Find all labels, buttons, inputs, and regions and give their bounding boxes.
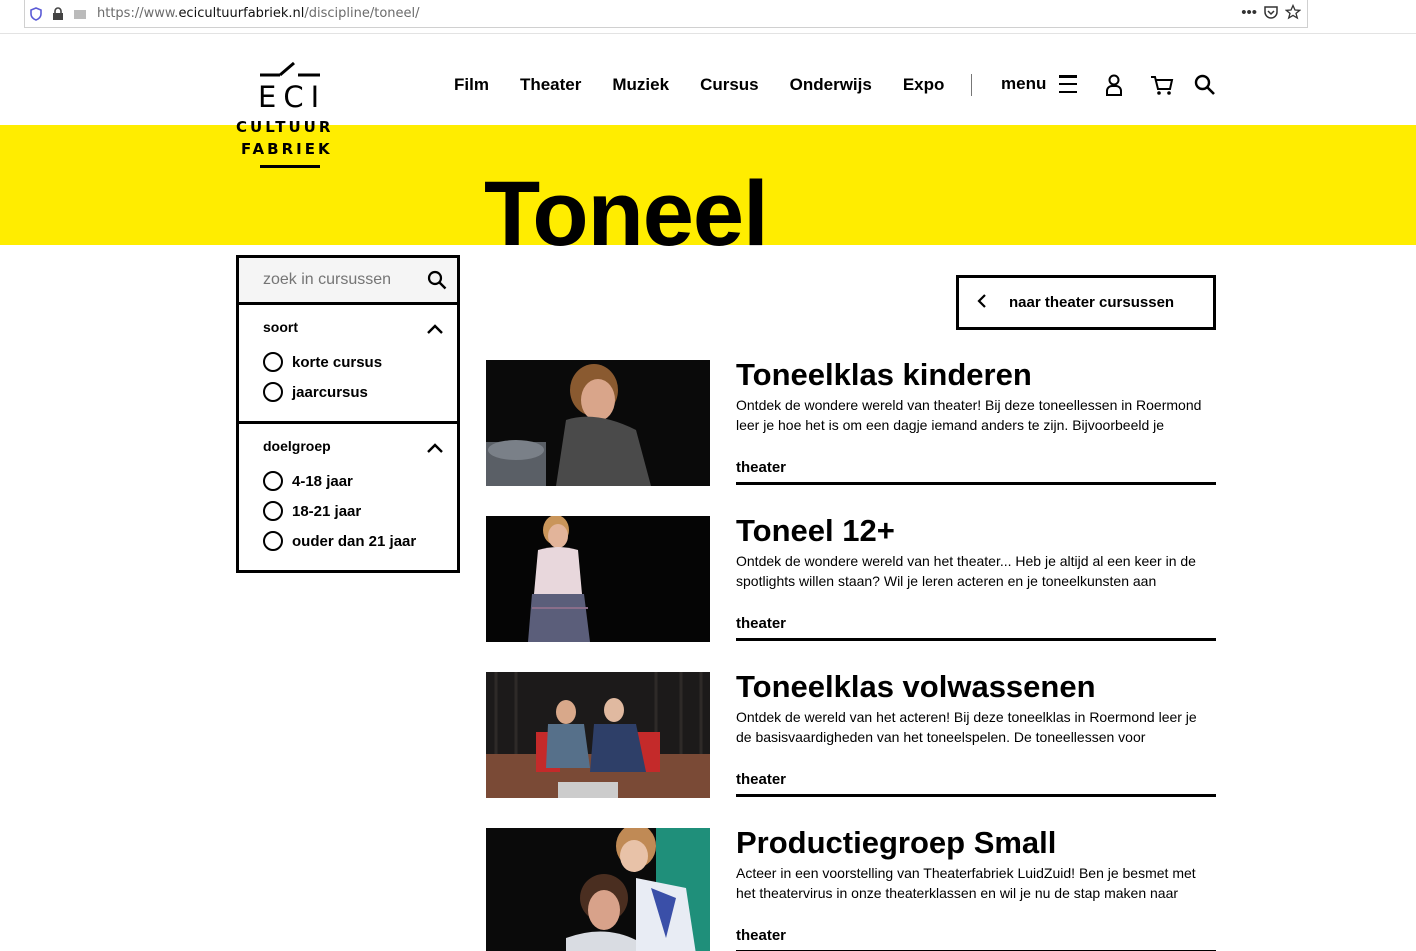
chevron-up-icon[interactable] [427,321,443,339]
card-divider [736,794,1216,797]
star-icon[interactable] [1284,3,1302,24]
pocket-icon[interactable] [1263,4,1279,24]
filter-option-4-18[interactable]: 4-18 jaar [263,466,433,496]
course-tag: theater [736,771,787,788]
chrome-divider [0,33,1416,34]
browser-url-bar[interactable]: https://www.ecicultuurfabriek.nl/discipl… [24,0,1308,28]
url-text[interactable]: https://www.ecicultuurfabriek.nl/discipl… [97,6,420,21]
site-logo[interactable]: ECI CULTUUR FABRIEK [236,60,346,172]
back-button-label: naar theater cursussen [1009,294,1175,311]
radio-button[interactable] [263,352,283,372]
course-tag: theater [736,459,787,476]
course-title[interactable]: Toneelklas volwassenen [736,669,1096,705]
page-icon [69,3,91,25]
course-description: Ontdek de wondere wereld van theater! Bi… [736,397,1202,433]
url-domain: ecicultuurfabriek.nl [178,6,305,21]
menu-label: menu [1001,74,1047,93]
chevron-up-icon[interactable] [427,440,443,458]
course-thumbnail[interactable] [486,828,710,951]
search-icon[interactable] [427,270,447,295]
course-card[interactable]: Toneelklas volwassenen Ontdek de wereld … [486,669,1216,798]
menu-button[interactable]: menu [1001,74,1078,94]
radio-button[interactable] [263,531,283,551]
course-card[interactable]: Toneelklas kinderen Ontdek de wondere we… [486,357,1216,486]
filter-option-18-21[interactable]: 18-21 jaar [263,496,433,526]
card-divider [736,482,1216,485]
filter-option-jaarcursus[interactable]: jaarcursus [263,377,433,407]
card-divider [736,638,1216,641]
course-thumbnail[interactable] [486,672,710,798]
course-thumbnail[interactable] [486,360,710,486]
filter-group-title: soort [263,319,298,335]
logo-underline [260,165,320,168]
course-tag: theater [736,615,787,632]
filter-option-21-plus[interactable]: ouder dan 21 jaar [263,526,433,556]
nav-item-muziek[interactable]: Muziek [612,75,669,95]
search-input[interactable] [263,271,413,289]
logo-roof-icon [260,61,320,77]
cart-icon[interactable] [1150,74,1174,101]
main-nav: Film Theater Muziek Cursus Onderwijs Exp… [454,74,1002,96]
course-thumbnail[interactable] [486,516,710,642]
chevron-left-icon [977,293,987,312]
filter-group-soort: soort korte cursus jaarcursus [239,305,457,421]
url-prefix: https://www. [97,6,179,21]
logo-line-1: ECI [258,80,327,114]
nav-item-onderwijs[interactable]: Onderwijs [790,75,872,95]
course-description: Acteer in een voorstelling van Theaterfa… [736,865,1196,901]
course-card[interactable]: Toneel 12+ Ontdek de wondere wereld van … [486,513,1216,642]
filter-option-label: 18-21 jaar [292,502,362,520]
filter-sidebar: soort korte cursus jaarcursus doelgroep … [236,255,460,573]
filter-group-title: doelgroep [263,438,331,454]
radio-button[interactable] [263,501,283,521]
course-title[interactable]: Toneelklas kinderen [736,357,1032,393]
shield-icon[interactable] [25,3,47,25]
course-title[interactable]: Toneel 12+ [736,513,895,549]
filter-option-label: 4-18 jaar [292,472,353,490]
nav-divider [971,74,973,96]
filter-option-korte-cursus[interactable]: korte cursus [263,347,433,377]
logo-line-3: FABRIEK [241,140,333,158]
page-title: Toneel [484,163,769,265]
nav-item-theater[interactable]: Theater [520,75,581,95]
url-path: /discipline/toneel/ [304,6,420,21]
filter-group-doelgroep: doelgroep 4-18 jaar 18-21 jaar ouder dan… [239,421,457,570]
hamburger-icon [1059,75,1078,93]
course-tag: theater [736,927,787,944]
filter-option-label: jaarcursus [292,383,368,401]
more-icon[interactable]: ••• [1241,4,1257,24]
nav-item-film[interactable]: Film [454,75,489,95]
filter-option-label: ouder dan 21 jaar [292,532,417,550]
course-search [239,258,457,305]
course-title[interactable]: Productiegroep Small [736,825,1056,861]
filter-option-label: korte cursus [292,353,383,371]
search-icon[interactable] [1194,74,1216,101]
course-card[interactable]: Productiegroep Small Acteer in een voors… [486,825,1216,951]
back-to-theater-courses-button[interactable]: naar theater cursussen [956,275,1216,330]
user-icon[interactable] [1104,74,1124,101]
nav-item-cursus[interactable]: Cursus [700,75,759,95]
logo-line-2: CULTUUR [236,118,334,136]
lock-icon[interactable] [47,3,69,25]
radio-button[interactable] [263,471,283,491]
course-description: Ontdek de wondere wereld van het theater… [736,553,1196,589]
course-description: Ontdek de wereld van het acteren! Bij de… [736,709,1197,745]
nav-item-expo[interactable]: Expo [903,75,945,95]
radio-button[interactable] [263,382,283,402]
